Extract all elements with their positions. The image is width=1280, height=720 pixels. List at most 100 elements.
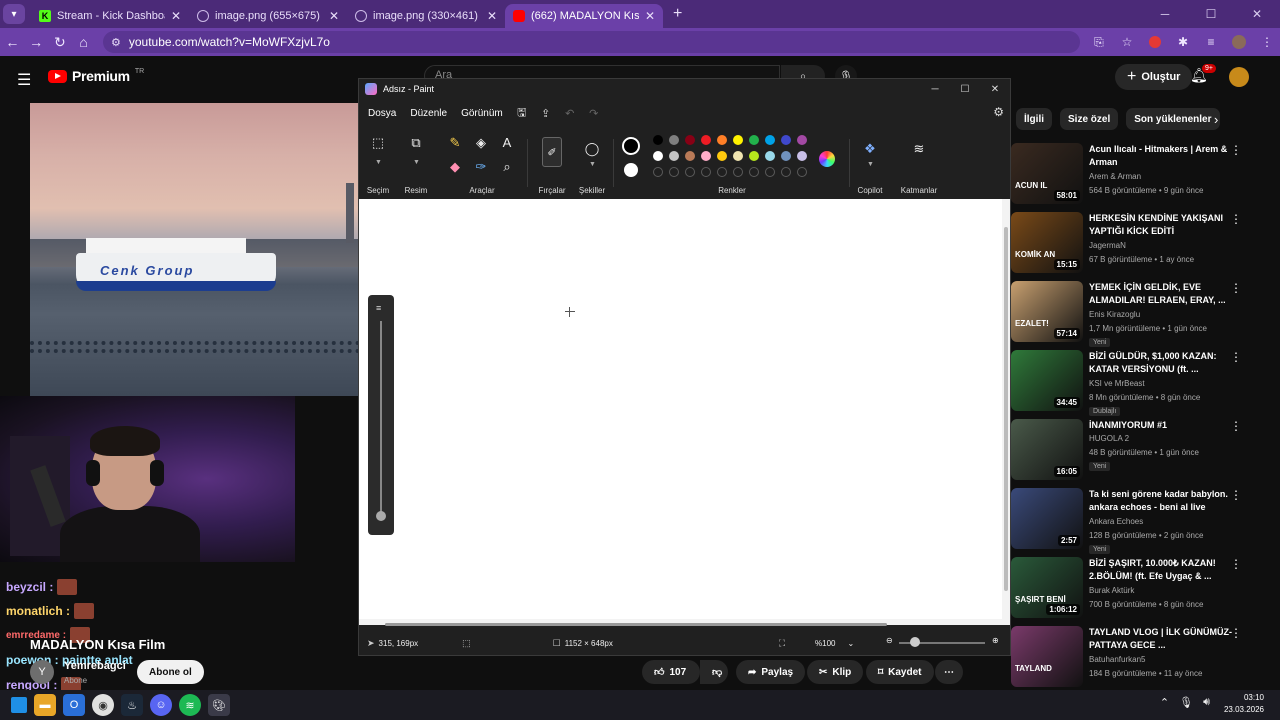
more-vertical-icon[interactable]: ⋮ — [1230, 419, 1242, 433]
recommendation-channel[interactable]: HUGOLA 2 — [1089, 434, 1129, 443]
more-vertical-icon[interactable]: ⋮ — [1230, 143, 1242, 157]
recommendation-item[interactable]: 16:05 İNANMIYORUM #1 HUGOLA 2 48 B görüntül… — [1011, 419, 1266, 481]
redo-icon[interactable]: ↷ — [584, 107, 604, 120]
pencil-icon[interactable]: ✎ — [445, 135, 465, 151]
discord-icon[interactable]: ☺ — [150, 694, 172, 716]
color-swatch[interactable] — [749, 151, 759, 161]
close-icon[interactable]: ✕ — [1234, 0, 1280, 28]
share-icon[interactable]: ⇪ — [536, 107, 556, 120]
video-thumbnail[interactable]: 16:05 — [1011, 419, 1083, 480]
taskbar-clock[interactable]: 03:10 23.03.2026 — [1224, 692, 1264, 716]
brush-size-slider[interactable]: ≡ — [368, 295, 394, 535]
back-icon[interactable]: ← — [1, 30, 24, 54]
video-thumbnail[interactable]: KOMİK AN 15:15 — [1011, 212, 1083, 273]
custom-color-slot[interactable] — [749, 167, 759, 177]
volume-icon[interactable]: 🔊︎ — [1203, 696, 1210, 709]
site-info-icon[interactable]: ⚙ — [111, 36, 121, 49]
group-brushes[interactable]: ✐ Fırçalar — [535, 133, 569, 197]
recommendation-channel[interactable]: Burak Aktürk — [1089, 586, 1134, 595]
recommendation-item[interactable]: KOMİK AN 15:15 HERKESİN KENDİNE YAKIŞANI Y… — [1011, 212, 1266, 274]
more-vertical-icon[interactable]: ⋮ — [1230, 557, 1242, 571]
more-actions-button[interactable]: ⋯ — [935, 660, 963, 684]
clip-button[interactable]: ✂ Klip — [807, 660, 864, 684]
hamburger-menu-icon[interactable]: ☰ — [17, 70, 31, 90]
group-layers[interactable]: ≋ Katmanlar — [895, 133, 943, 197]
new-tab-button[interactable]: + — [673, 5, 682, 23]
tab-close-icon[interactable]: ✕ — [645, 9, 655, 23]
like-button[interactable]: 👍︎ 107 — [642, 660, 700, 684]
account-avatar[interactable] — [1229, 67, 1249, 87]
bookmark-star-icon[interactable]: ☆ — [1114, 31, 1140, 53]
recommendation-item[interactable]: EZALET! 57:14 YEMEK İÇİN GELDİK, EVE ALMAD… — [1011, 281, 1266, 347]
color-swatch[interactable] — [797, 135, 807, 145]
reading-list-icon[interactable]: ≡ — [1198, 31, 1224, 53]
video-player[interactable]: Cenk Group — [30, 103, 360, 396]
menu-file[interactable]: Dosya — [363, 105, 401, 122]
paint-taskbar-icon[interactable]: 🎨︎ — [208, 694, 230, 716]
paint-settings-icon[interactable]: ⚙ — [993, 105, 1004, 119]
color-swatch[interactable] — [669, 151, 679, 161]
group-copilot[interactable]: ❖ ▼ Copilot — [853, 133, 887, 197]
forward-icon[interactable]: → — [25, 30, 48, 54]
paint-minimize-icon[interactable]: ─ — [920, 79, 950, 99]
color-swatch[interactable] — [717, 151, 727, 161]
video-thumbnail[interactable]: ACUN IL 58:01 — [1011, 143, 1083, 204]
recommendation-title[interactable]: YEMEK İÇİN GELDİK, EVE ALMADILAR! ELRAEN… — [1089, 281, 1239, 307]
secondary-color-swatch[interactable] — [624, 163, 638, 177]
recommendation-item[interactable]: 34:45 BİZİ GÜLDÜR, $1,000 KAZAN: KATAR VE… — [1011, 350, 1266, 416]
video-thumbnail[interactable]: TAYLAND — [1011, 626, 1083, 687]
youtube-logo[interactable]: Premium TR — [48, 68, 144, 84]
steam-icon[interactable]: ♨ — [121, 694, 143, 716]
video-thumbnail[interactable]: 2:57 — [1011, 488, 1083, 549]
more-vertical-icon[interactable]: ⋮ — [1230, 350, 1242, 364]
custom-color-slot[interactable] — [717, 167, 727, 177]
recommendation-title[interactable]: Ta ki seni görene kadar babylon. ankara … — [1089, 488, 1239, 514]
recommendation-item[interactable]: ŞAŞIRT BENİ 1:06:12 BİZİ ŞAŞIRT, 10.000₺ K… — [1011, 557, 1266, 619]
extension-red-icon[interactable] — [1142, 31, 1168, 53]
more-vertical-icon[interactable]: ⋮ — [1230, 212, 1242, 226]
color-swatch[interactable] — [733, 151, 743, 161]
menu-edit[interactable]: Düzenle — [405, 105, 452, 122]
browser-tab[interactable]: (662) MADALYON Kısa Film - Yo ✕ — [505, 3, 663, 28]
recommendation-channel[interactable]: Ankara Echoes — [1089, 517, 1143, 526]
more-vertical-icon[interactable]: ⋮ — [1230, 281, 1242, 295]
color-swatch[interactable] — [781, 151, 791, 161]
custom-color-slot[interactable] — [653, 167, 663, 177]
horizontal-scrollbar[interactable] — [385, 623, 887, 626]
url-field[interactable]: ⚙ youtube.com/watch?v=MoWFXzjvL7o — [103, 31, 1080, 53]
tray-chevron-icon[interactable]: ⌃ — [1160, 696, 1169, 709]
color-swatch[interactable] — [701, 151, 711, 161]
menu-view[interactable]: Görünüm — [456, 105, 508, 122]
recommendation-item[interactable]: TAYLAND TAYLAND VLOG | İLK GÜNÜMÜZ- PATTA… — [1011, 626, 1266, 688]
size-slider-thumb[interactable] — [376, 511, 386, 521]
tab-search-button[interactable]: ▾ — [3, 4, 25, 24]
profile-avatar-icon[interactable] — [1226, 31, 1252, 53]
file-explorer-icon[interactable]: ▬ — [34, 694, 56, 716]
recommendation-title[interactable]: BİZİ ŞAŞIRT, 10.000₺ KAZAN! 2.BÖLÜM! (ft… — [1089, 557, 1239, 583]
tab-close-icon[interactable]: ✕ — [329, 9, 339, 23]
save-icon[interactable]: 🖫︎ — [512, 104, 532, 123]
browser-menu-icon[interactable]: ⋮ — [1254, 31, 1280, 53]
text-icon[interactable]: A — [497, 135, 517, 150]
custom-color-slot[interactable] — [781, 167, 791, 177]
video-thumbnail[interactable]: EZALET! 57:14 — [1011, 281, 1083, 342]
recommendation-title[interactable]: TAYLAND VLOG | İLK GÜNÜMÜZ- PATTAYA GECE… — [1089, 626, 1239, 652]
extensions-puzzle-icon[interactable]: ✱ — [1170, 31, 1196, 53]
recommendation-title[interactable]: Acun Ilıcalı - Hitmakers | Arem & Arman — [1089, 143, 1239, 169]
eraser-icon[interactable]: ◆ — [445, 159, 465, 175]
custom-color-slot[interactable] — [685, 167, 695, 177]
tab-close-icon[interactable]: ✕ — [171, 9, 181, 23]
color-swatch[interactable] — [797, 151, 807, 161]
color-swatch[interactable] — [685, 135, 695, 145]
color-swatch[interactable] — [749, 135, 759, 145]
magnifier-icon[interactable]: ⌕ — [497, 159, 517, 175]
color-swatch[interactable] — [765, 151, 775, 161]
minimize-icon[interactable]: ─ — [1142, 0, 1188, 28]
recommendation-title[interactable]: BİZİ GÜLDÜR, $1,000 KAZAN: KATAR VERSİYO… — [1089, 350, 1239, 376]
custom-color-slot[interactable] — [765, 167, 775, 177]
create-button[interactable]: + Oluştur — [1115, 64, 1193, 90]
outlook-icon[interactable]: O — [63, 694, 85, 716]
tab-close-icon[interactable]: ✕ — [487, 9, 497, 23]
recommendation-title[interactable]: HERKESİN KENDİNE YAKIŞANI YAPTIĞI KİCK E… — [1089, 212, 1239, 238]
custom-color-slot[interactable] — [701, 167, 711, 177]
